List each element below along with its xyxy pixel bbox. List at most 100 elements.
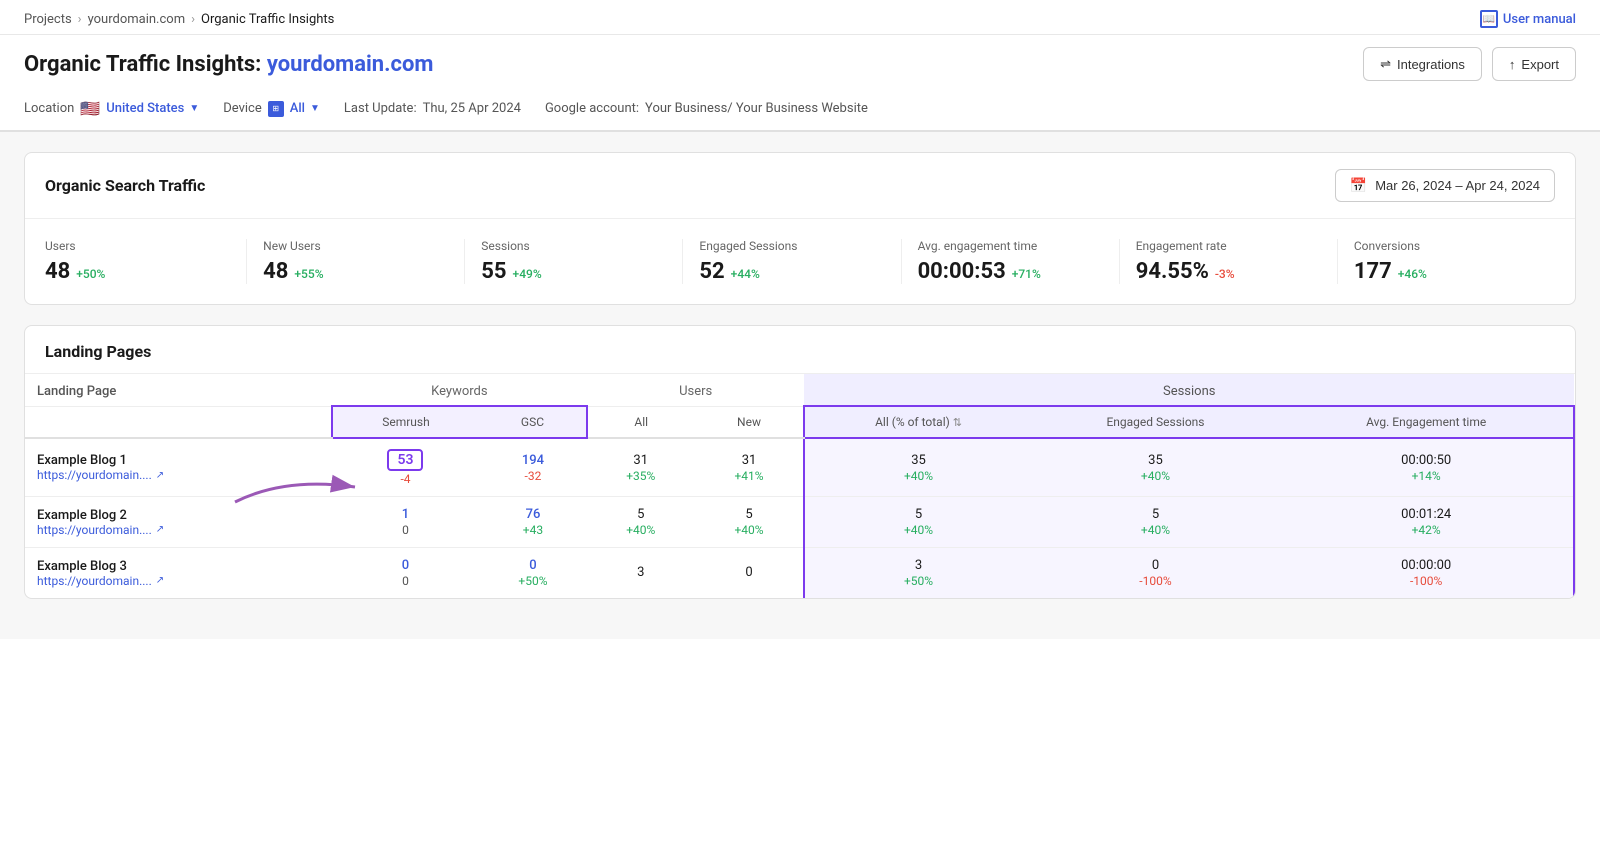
sessions-all-value: 5 [915,507,922,522]
users-all-change: +40% [626,523,655,537]
location-value: United States [106,101,184,116]
filter-bar: Location 🇺🇸 United States ▼ Device ⊞ All… [0,91,1600,132]
breadcrumb: Projects › yourdomain.com › Organic Traf… [24,12,334,27]
metric-value: 48 [45,259,70,284]
users-new-cell: 5 +40% [707,507,792,537]
landing-pages-card: Landing Pages Landing Page Keywords User… [24,325,1576,599]
engaged-cell: 5 +40% [1044,507,1268,537]
page-title-domain: yourdomain.com [267,52,434,77]
metric-item-4: Avg. engagement time 00:00:53 +71% [902,239,1120,284]
page-header: Organic Traffic Insights: yourdomain.com… [0,35,1600,91]
avg-time-value: 00:01:24 [1401,507,1451,522]
th-avg-engagement: Avg. Engagement time [1279,406,1574,438]
book-icon: 📖 [1480,10,1498,28]
metric-value: 48 [263,259,288,284]
td-sessions-all: 5 +40% [804,497,1031,548]
export-label: Export [1521,57,1559,72]
metric-change: -3% [1215,267,1235,281]
td-semrush: 53 -4 [332,438,479,497]
page-url[interactable]: https://yourdomain.... ↗ [37,574,320,588]
td-engaged: 35 +40% [1032,438,1280,497]
gsc-cell: 0 +50% [491,558,575,588]
page-url[interactable]: https://yourdomain.... ↗ [37,523,320,537]
td-page: Example Blog 2 https://yourdomain.... ↗ [25,497,332,548]
metric-value-row: 48 +55% [263,259,448,284]
users-new-value: 0 [745,565,752,580]
th-engaged-sessions: Engaged Sessions [1032,406,1280,438]
last-update: Last Update: Thu, 25 Apr 2024 [344,101,521,116]
external-link-icon: ↗ [156,575,164,586]
metric-label: New Users [263,239,448,253]
table-row: Example Blog 3 https://yourdomain.... ↗ … [25,548,1574,599]
organic-search-header: Organic Search Traffic 📅 Mar 26, 2024 – … [25,153,1575,219]
semrush-value: 0 [402,558,409,573]
calendar-icon: 📅 [1350,177,1367,194]
th-users: Users [587,374,805,406]
metric-value: 55 [481,259,506,284]
metric-item-2: Sessions 55 +49% [465,239,683,284]
metric-item-5: Engagement rate 94.55% -3% [1120,239,1338,284]
metric-label: Avg. engagement time [918,239,1103,253]
gsc-value: 76 [526,507,541,522]
sessions-all-value: 35 [911,453,926,468]
last-update-label: Last Update: [344,101,417,116]
page-url[interactable]: https://yourdomain.... ↗ [37,468,320,482]
user-manual-link[interactable]: 📖 User manual [1480,10,1576,28]
google-account-label: Google account: [545,101,639,116]
location-dropdown[interactable]: United States ▼ [106,101,199,116]
metric-value-row: 177 +46% [1354,259,1539,284]
td-semrush: 0 0 [332,548,479,599]
td-avg-time: 00:01:24 +42% [1279,497,1574,548]
td-sessions-all: 3 +50% [804,548,1031,599]
th-users-all: All [587,406,695,438]
engaged-change: -100% [1139,574,1171,588]
breadcrumb-projects[interactable]: Projects [24,12,72,27]
location-filter: Location 🇺🇸 United States ▼ [24,99,199,118]
breadcrumb-domain[interactable]: yourdomain.com [88,12,186,27]
google-account-value: Your Business/ Your Business Website [645,101,868,116]
header-actions: ⇌ Integrations ↑ Export [1363,47,1576,81]
location-chevron-icon: ▼ [189,103,199,114]
avg-time-value: 00:00:00 [1401,558,1451,573]
engaged-change: +40% [1141,523,1170,537]
metric-label: Sessions [481,239,666,253]
td-page: Example Blog 1 https://yourdomain.... ↗ [25,438,332,497]
semrush-change: -4 [400,472,410,486]
location-label: Location [24,101,74,116]
td-gsc: 76 +43 [479,497,587,548]
google-account: Google account: Your Business/ Your Busi… [545,101,868,116]
semrush-cell: 0 0 [344,558,467,588]
organic-search-card: Organic Search Traffic 📅 Mar 26, 2024 – … [24,152,1576,305]
td-engaged: 0 -100% [1032,548,1280,599]
td-users-new: 5 +40% [695,497,805,548]
td-sessions-all: 35 +40% [804,438,1031,497]
metric-label: Users [45,239,230,253]
avg-time-value: 00:00:50 [1401,453,1451,468]
users-all-cell: 3 [599,565,683,581]
date-range-value: Mar 26, 2024 – Apr 24, 2024 [1375,178,1540,193]
metric-change: +71% [1012,267,1041,281]
breadcrumb-sep-1: › [78,12,82,27]
metric-value: 94.55% [1136,259,1209,284]
date-range-button[interactable]: 📅 Mar 26, 2024 – Apr 24, 2024 [1335,169,1555,202]
users-all-change: +35% [626,469,655,483]
sessions-all-cell: 3 +50% [817,558,1019,588]
export-button[interactable]: ↑ Export [1492,47,1576,81]
th-semrush: Semrush [332,406,479,438]
users-new-change: +40% [734,523,763,537]
metric-change: +46% [1398,267,1427,281]
td-users-new: 31 +41% [695,438,805,497]
device-dropdown[interactable]: All ▼ [290,101,320,116]
integrations-button[interactable]: ⇌ Integrations [1363,47,1482,81]
avg-time-cell: 00:00:50 +14% [1291,453,1561,483]
metric-value: 00:00:53 [918,259,1006,284]
engaged-value: 5 [1152,507,1159,522]
avg-time-change: +14% [1412,469,1441,483]
sessions-all-change: +40% [904,523,933,537]
table-sub-headers: Semrush GSC All New All (% of total) ⇅ E… [25,406,1574,438]
metric-value-row: 52 +44% [699,259,884,284]
metric-value-row: 48 +50% [45,259,230,284]
metric-label: Conversions [1354,239,1539,253]
filter-icon[interactable]: ⇅ [953,416,962,429]
metric-item-1: New Users 48 +55% [247,239,465,284]
